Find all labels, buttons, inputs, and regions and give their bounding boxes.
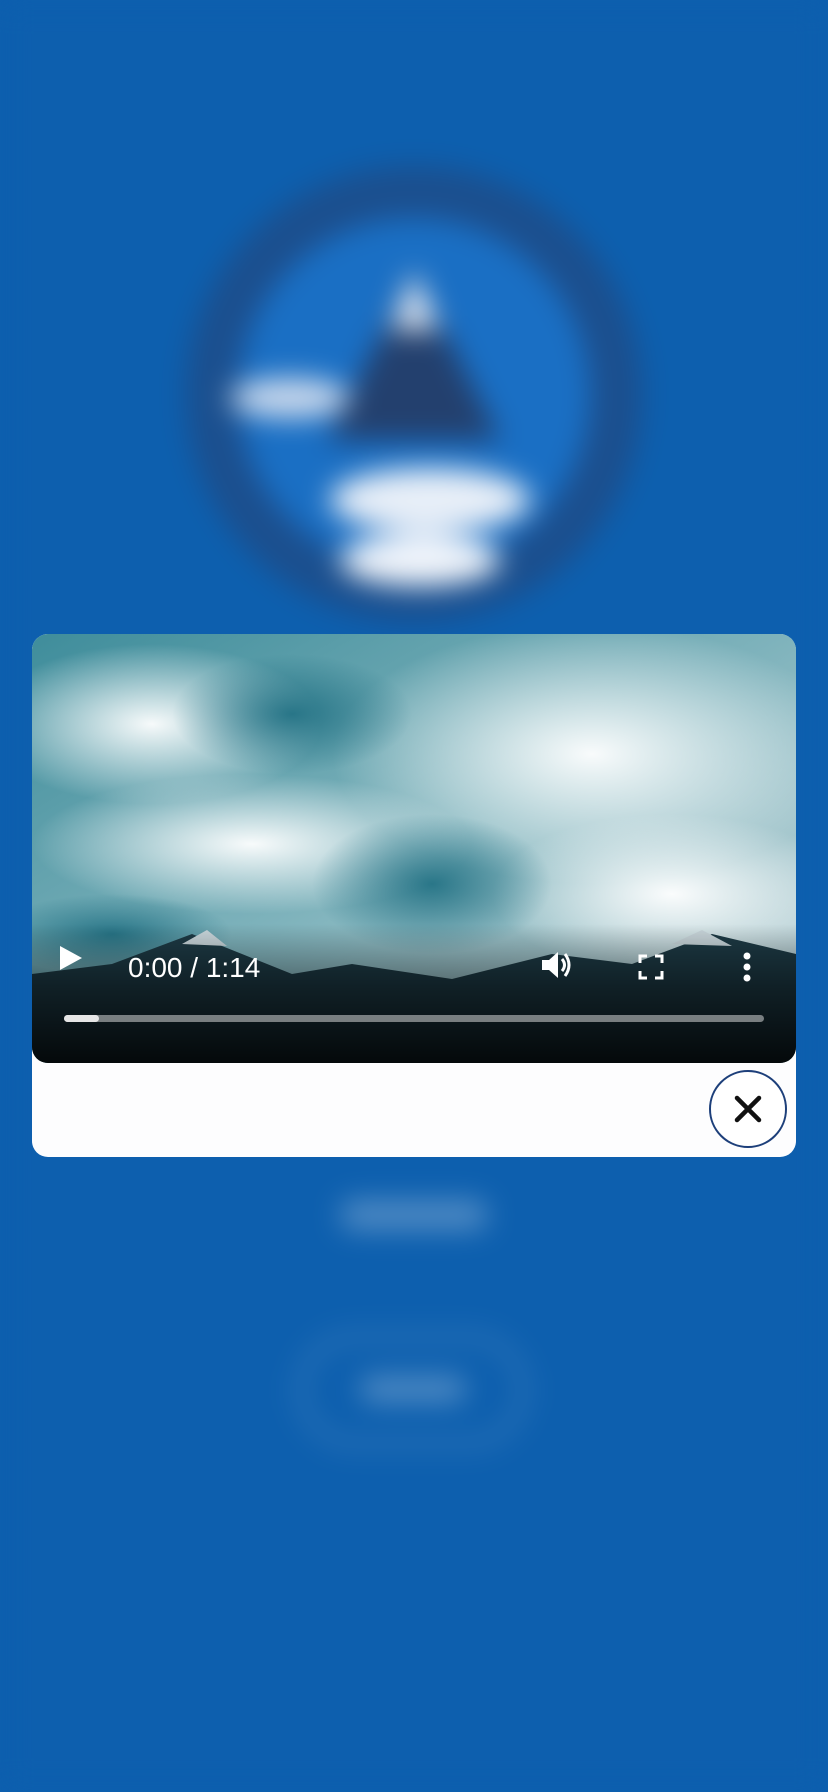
video-player[interactable] — [32, 634, 796, 1063]
progress-bar[interactable] — [64, 1015, 764, 1022]
time-display: 0:00 / 1:14 — [128, 952, 261, 983]
fullscreen-button[interactable] — [638, 954, 664, 980]
fullscreen-icon — [638, 954, 664, 980]
volume-button[interactable] — [540, 948, 574, 982]
close-button[interactable] — [709, 1070, 787, 1148]
close-icon — [734, 1095, 762, 1123]
more-vertical-icon — [743, 952, 751, 982]
video-modal — [32, 634, 796, 1157]
more-options-button[interactable] — [742, 952, 752, 982]
play-icon — [60, 946, 82, 970]
volume-icon — [542, 952, 571, 978]
controls-overlay — [32, 924, 796, 1063]
logo-seal — [186, 166, 642, 622]
play-button[interactable] — [58, 944, 84, 972]
progress-fill — [64, 1015, 99, 1022]
